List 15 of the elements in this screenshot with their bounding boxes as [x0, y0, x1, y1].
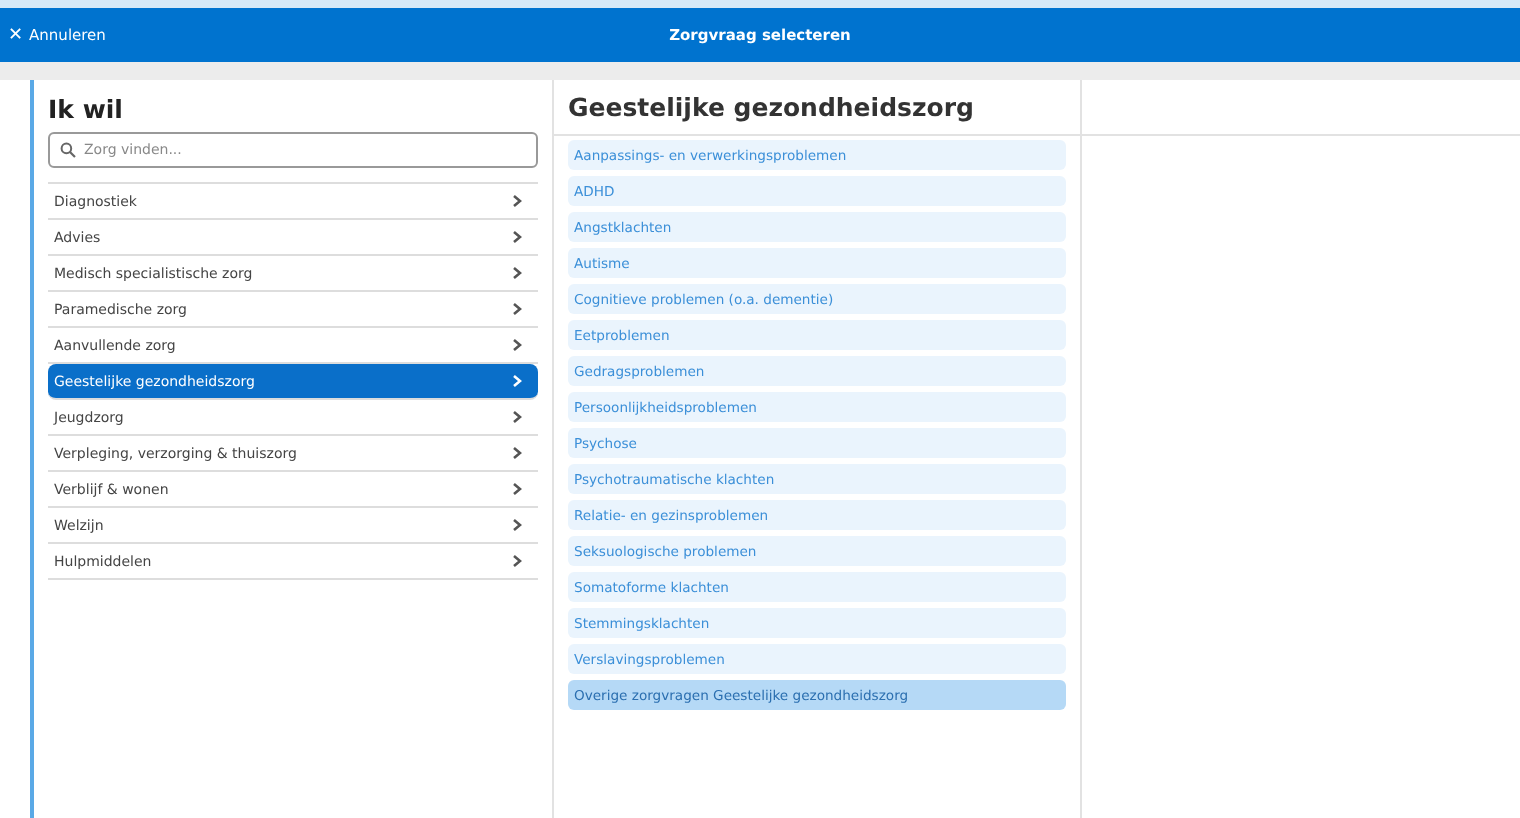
chevron-icon [512, 266, 522, 280]
chevron-icon [512, 410, 522, 424]
search-icon [60, 142, 76, 158]
chevron-icon [512, 230, 522, 244]
chevron-icon [512, 302, 522, 316]
chevron-icon [512, 518, 522, 532]
chevron-icon [512, 374, 522, 388]
chevron-icon [512, 194, 522, 208]
chevron-icon [512, 446, 522, 460]
close-icon: ✕ [8, 25, 24, 45]
panel-title: Ik wil [48, 92, 125, 124]
chevron-icon [512, 482, 522, 496]
chevron-icon [512, 338, 522, 352]
panel-title: Geestelijke gezondheidszorg [554, 80, 1080, 136]
chevron-icon [512, 554, 522, 568]
